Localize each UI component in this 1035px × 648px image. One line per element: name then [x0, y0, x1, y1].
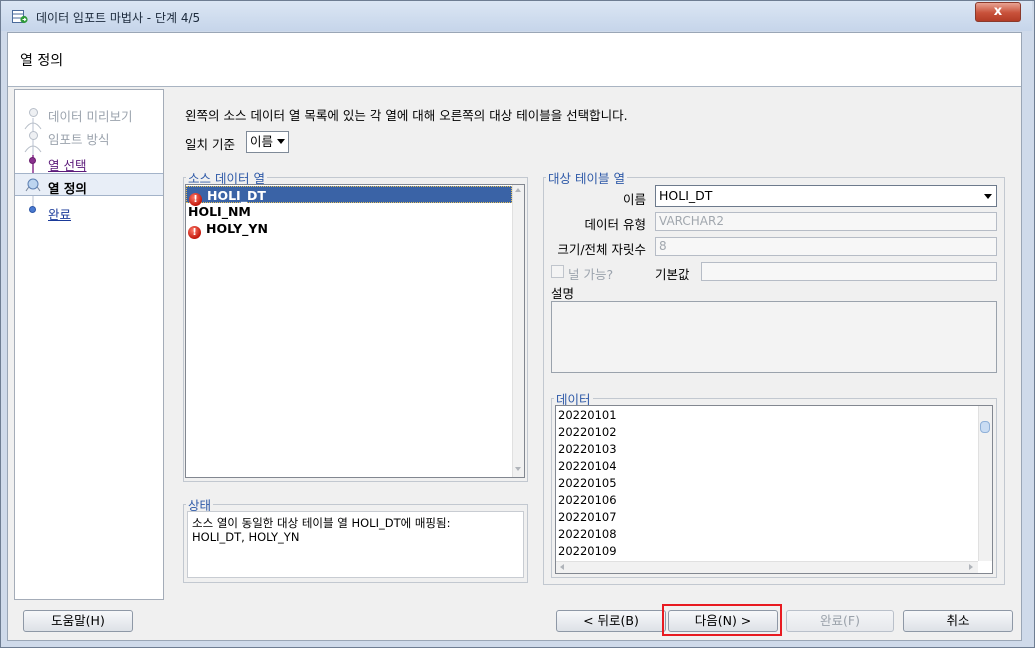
status-text-line2: HOLI_DT, HOLY_YN	[192, 530, 300, 544]
data-row: 20220105	[558, 476, 617, 490]
data-type-field: VARCHAR2	[655, 212, 997, 231]
source-column-name: HOLI_NM	[188, 204, 251, 219]
data-row: 20220109	[558, 544, 617, 558]
nav-step-preview: 데이터 미리보기	[48, 109, 133, 124]
source-column-item[interactable]: ! HOLI_DT	[186, 186, 512, 206]
scroll-up-icon[interactable]	[515, 188, 521, 192]
nullable-label: 널 가능?	[568, 267, 614, 282]
data-preview-rows: 20220101 20220102 20220103 20220104 2022…	[556, 407, 980, 560]
data-row: 20220107	[558, 510, 617, 524]
description-label: 설명	[551, 286, 575, 301]
next-button[interactable]: 다음(N) >	[668, 610, 778, 632]
data-row: 20220106	[558, 493, 617, 507]
page-header	[8, 33, 1021, 87]
match-by-value: 이름	[250, 134, 274, 149]
description-field	[551, 301, 997, 373]
nav-step-select-columns[interactable]: 열 선택	[48, 155, 86, 174]
current-step-icon	[25, 178, 41, 192]
data-type-label: 데이터 유형	[584, 217, 646, 232]
size-label: 크기/전체 자릿수	[557, 242, 646, 257]
target-column-select[interactable]: HOLI_DT	[655, 185, 997, 207]
import-wizard-icon	[12, 10, 28, 24]
step-node-icon	[29, 131, 38, 140]
nav-step-finish[interactable]: 완료	[48, 204, 71, 223]
target-column-value: HOLI_DT	[659, 188, 713, 203]
data-row: 20220101	[558, 408, 617, 422]
data-scroll-thumb[interactable]	[980, 421, 990, 433]
nav-step-define-columns[interactable]: 열 정의	[48, 178, 87, 197]
default-value-field	[701, 262, 997, 281]
source-column-name: HOLY_YN	[206, 221, 268, 236]
data-row: 20220103	[558, 442, 617, 456]
finish-button[interactable]: 완료(F)	[786, 610, 894, 632]
source-column-name: HOLI_DT	[207, 188, 266, 203]
scroll-down-icon[interactable]	[515, 467, 521, 471]
chevron-down-icon	[277, 139, 285, 144]
error-icon: !	[188, 226, 201, 239]
size-field: 8	[655, 237, 997, 256]
step-node-icon	[29, 108, 38, 117]
instruction-text: 왼쪽의 소스 데이터 열 목록에 있는 각 열에 대해 오른쪽의 대상 테이블을…	[185, 108, 628, 123]
data-row: 20220104	[558, 459, 617, 473]
target-column-legend: 대상 테이블 열	[548, 171, 625, 186]
close-button[interactable]: x	[975, 2, 1021, 22]
default-label: 기본값	[655, 267, 690, 282]
source-column-item[interactable]: HOLI_NM	[186, 203, 512, 220]
data-row: 20220102	[558, 425, 617, 439]
data-horizontal-scrollbar[interactable]	[556, 561, 978, 573]
status-text-line1: 소스 열이 동일한 대상 테이블 열 HOLI_DT에 매핑됨:	[192, 516, 451, 530]
window-title: 데이터 임포트 마법사 - 단계 4/5	[36, 11, 201, 25]
scroll-right-icon[interactable]	[969, 564, 973, 570]
step-node-icon	[29, 206, 36, 213]
nav-step-import-method: 임포트 방식	[48, 132, 110, 147]
step-node-icon	[29, 157, 36, 164]
name-label: 이름	[622, 192, 646, 207]
source-column-item[interactable]: ! HOLY_YN	[186, 220, 512, 239]
data-row: 20220108	[558, 527, 617, 541]
match-by-label: 일치 기준	[185, 137, 235, 152]
source-list-scrollbar[interactable]	[512, 185, 524, 477]
scroll-left-icon[interactable]	[560, 564, 564, 570]
back-button[interactable]: < 뒤로(B)	[556, 610, 666, 632]
close-icon: x	[993, 4, 1003, 19]
nullable-checkbox[interactable]	[551, 265, 564, 278]
chevron-down-icon[interactable]	[984, 194, 992, 199]
help-button[interactable]: 도움말(H)	[23, 610, 133, 632]
cancel-button[interactable]: 취소	[903, 610, 1013, 632]
page-title: 열 정의	[20, 53, 64, 69]
match-by-select[interactable]: 이름	[246, 131, 289, 153]
